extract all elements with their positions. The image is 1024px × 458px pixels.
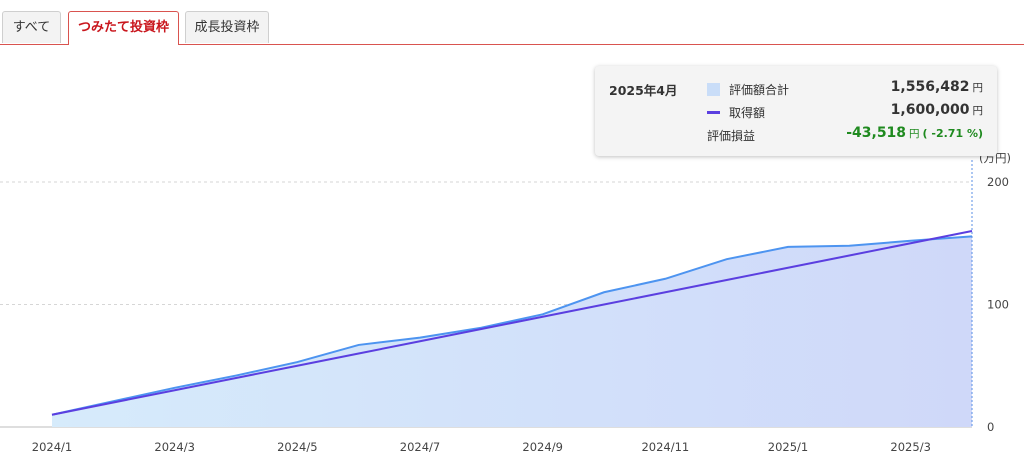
line-swatch-icon: [707, 111, 720, 114]
y-tick-label: 100: [987, 298, 1009, 312]
y-tick-label: 200: [987, 175, 1009, 189]
x-tick-label: 2025/3: [890, 440, 930, 454]
tooltip-label-valuation: 評価額合計: [707, 81, 789, 98]
x-axis-ticks: 2024/1 2024/3 2024/5 2024/7 2024/9 2024/11 202…: [32, 440, 931, 454]
x-tick-label: 2025/1: [768, 440, 808, 454]
x-tick-label: 2024/11: [641, 440, 689, 454]
tooltip-row-cost: 取得額 1,600,000 円: [707, 102, 983, 124]
x-tick-label: 2024/9: [522, 440, 562, 454]
tooltip-value-pl: -43,518 円( -2.71 %): [846, 125, 983, 141]
chart-tooltip: 2025年4月 評価額合計 1,556,482 円 取得額 1,600,000 円 …: [595, 66, 997, 156]
x-tick-label: 2024/1: [32, 440, 72, 454]
tooltip-label-cost: 取得額: [707, 104, 765, 121]
x-tick-label: 2024/7: [400, 440, 440, 454]
x-tick-label: 2024/5: [277, 440, 317, 454]
y-axis-ticks: 0 100 200: [987, 175, 1009, 434]
x-tick-label: 2024/3: [154, 440, 194, 454]
tooltip-row-valuation: 評価額合計 1,556,482 円: [707, 79, 983, 101]
valuation-area: [52, 236, 972, 427]
tooltip-label-pl: 評価損益: [707, 129, 756, 143]
tooltip-value-cost: 1,600,000 円: [890, 102, 983, 118]
tooltip-row-pl: 評価損益 -43,518 円( -2.71 %): [707, 125, 983, 147]
area-swatch-icon: [707, 83, 720, 96]
y-tick-label: 0: [987, 420, 994, 434]
tooltip-period: 2025年4月: [609, 83, 678, 98]
tooltip-value-valuation: 1,556,482 円: [890, 79, 983, 95]
